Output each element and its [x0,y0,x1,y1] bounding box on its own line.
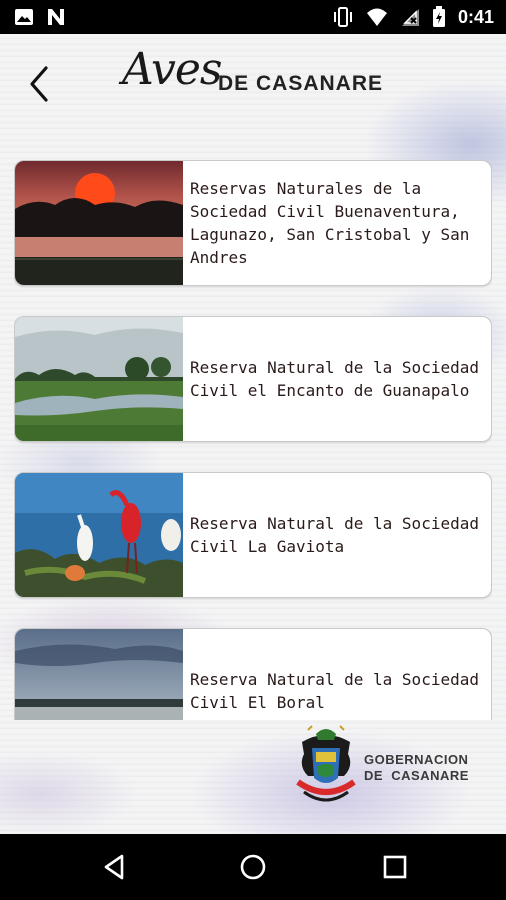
status-time: 0:41 [457,6,494,27]
reserve-label: Reserva Natural de la Sociedad Civil El … [190,670,479,712]
reserve-thumbnail-river [15,317,183,441]
title-script-text: Aves [122,44,222,95]
status-left-icons [14,7,66,27]
reserve-label: Reservas Naturales de la Sociedad Civil … [190,179,470,267]
page-title: Aves DE CASANARE [122,44,392,114]
nav-back-button[interactable] [100,852,130,882]
triangle-back-icon [104,854,124,880]
status-bar: 0:41 [0,0,506,34]
battery-icon [432,6,445,27]
nav-recents-button[interactable] [380,852,410,882]
reserve-card-guanapalo[interactable]: Reserva Natural de la Sociedad Civil el … [14,316,492,442]
wifi-icon [366,8,387,26]
reserve-card-buenaventura[interactable]: Reservas Naturales de la Sociedad Civil … [14,160,492,286]
vibrate-icon [333,7,352,27]
reserve-card-el-boral[interactable]: Reserva Natural de la Sociedad Civil El … [14,628,492,720]
back-button[interactable] [22,64,56,104]
chevron-left-icon [30,66,48,102]
reserve-label: Reserva Natural de la Sociedad Civil el … [190,358,479,400]
n-logo-icon [48,9,64,25]
reserve-thumbnail-birds [15,473,183,597]
square-recents-icon [383,855,407,879]
reserve-card-la-gaviota[interactable]: Reserva Natural de la Sociedad Civil La … [14,472,492,598]
reserve-thumbnail-sunset [15,161,183,285]
reserve-thumbnail-lake [15,629,183,720]
circle-home-icon [240,854,266,880]
reserves-list[interactable]: Reservas Naturales de la Sociedad Civil … [14,160,492,720]
gobernacion-line2: DE CASANARE [364,768,469,783]
status-right-icons: 0:41 [332,6,494,28]
gobernacion-label: GOBERNACION DE CASANARE [364,752,469,784]
signal-icon [401,9,419,26]
navigation-bar [0,834,506,900]
gobernacion-coat-of-arms-logo [294,722,358,808]
gobernacion-line1: GOBERNACION [364,752,469,767]
reserve-label: Reserva Natural de la Sociedad Civil La … [190,514,479,556]
nav-home-button[interactable] [238,852,268,882]
image-icon [15,9,33,25]
title-rest-text: DE CASANARE [218,72,384,95]
content-area: Aves DE CASANARE Reservas Naturales de l… [0,34,506,834]
